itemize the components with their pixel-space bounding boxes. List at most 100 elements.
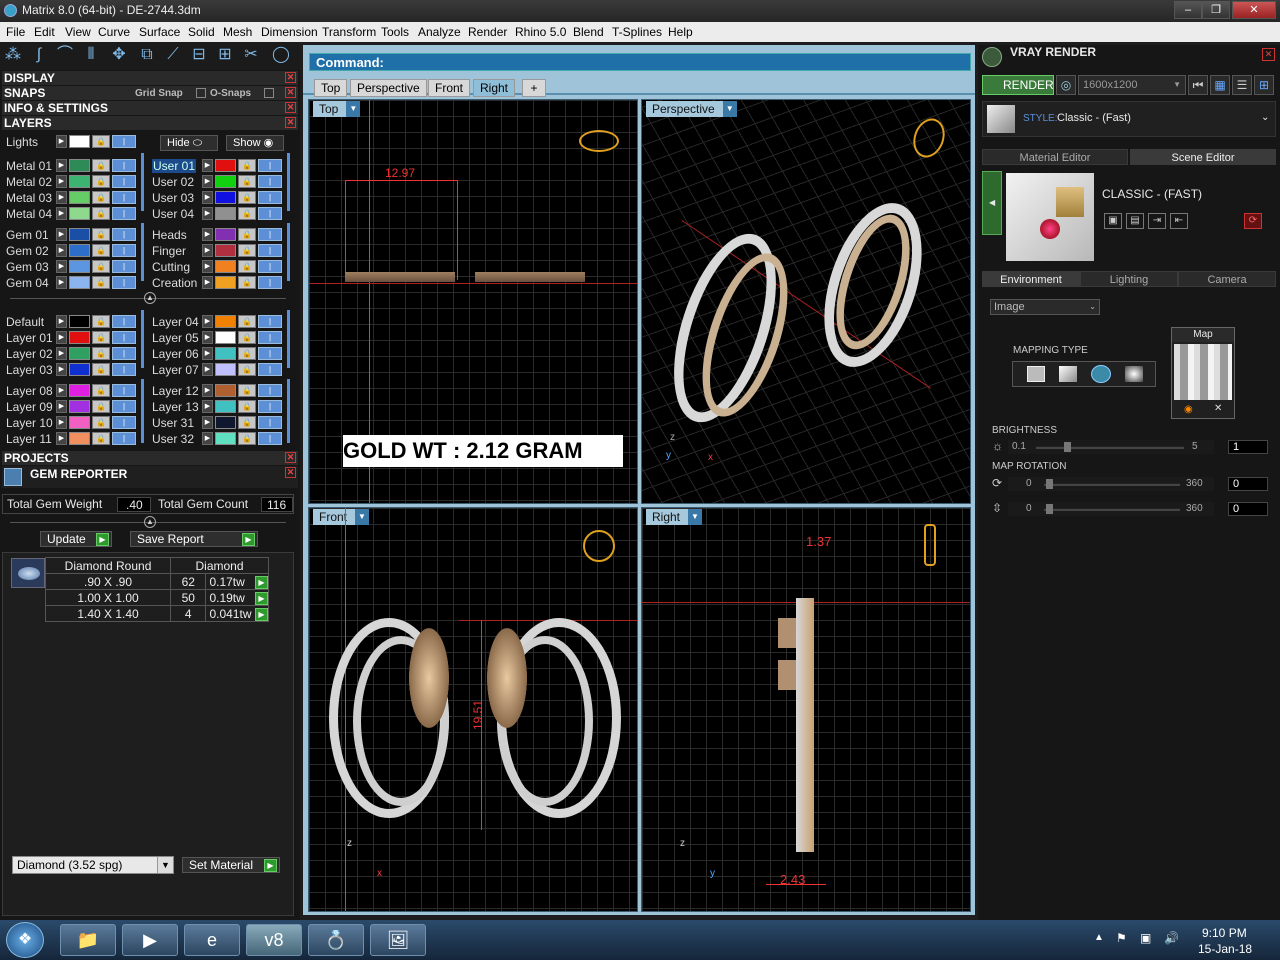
osnaps-checkbox[interactable]	[264, 88, 274, 98]
menu-mesh[interactable]: Mesh	[223, 25, 252, 39]
visibility-icon[interactable]: |	[258, 260, 282, 273]
menu-surface[interactable]: Surface	[139, 25, 180, 39]
expand-icon[interactable]: ▶	[202, 260, 213, 273]
save-icon[interactable]: ▣	[1104, 213, 1122, 229]
cut-icon[interactable]: ✂	[240, 44, 262, 66]
expand-icon[interactable]: ▶	[202, 175, 213, 188]
lock-icon[interactable]: 🔒	[238, 331, 256, 344]
layer-color-swatch[interactable]	[215, 159, 236, 172]
visibility-icon[interactable]: |	[258, 191, 282, 204]
lock-icon[interactable]: 🔒	[238, 363, 256, 376]
visibility-icon[interactable]: |	[112, 228, 136, 241]
layer-color-swatch[interactable]	[69, 347, 90, 360]
chevron-down-icon[interactable]: ▼	[688, 509, 703, 525]
tab-top[interactable]: Top	[314, 79, 348, 97]
rotation-v-slider[interactable]	[1044, 508, 1180, 511]
environment-type-select[interactable]: Image ⌄	[990, 299, 1100, 315]
close-icon[interactable]: ✕	[285, 102, 296, 113]
expand-icon[interactable]: ▶	[56, 331, 67, 344]
layer-row[interactable]: Cutting ▶ 🔒 |	[148, 259, 288, 274]
visibility-icon[interactable]: |	[258, 331, 282, 344]
expand-icon[interactable]: ▶	[56, 384, 67, 397]
visibility-icon[interactable]: |	[112, 384, 136, 397]
expand-icon[interactable]: ▶	[56, 260, 67, 273]
tab-material-editor[interactable]: Material Editor	[982, 149, 1128, 165]
menu-transform[interactable]: Transform	[322, 25, 376, 39]
material-select[interactable]: Diamond (3.52 spg) ▼	[12, 856, 174, 874]
close-icon[interactable]: ✕	[285, 117, 296, 128]
boolean-icon[interactable]: ⊞	[214, 44, 236, 66]
close-icon[interactable]: ✕	[285, 452, 296, 463]
table-row[interactable]: .90 X .90 62 0.17tw	[44, 573, 269, 590]
tab-camera[interactable]: Camera	[1178, 271, 1276, 287]
lock-icon[interactable]: 🔒	[92, 260, 110, 273]
tab-scene-editor[interactable]: Scene Editor	[1130, 149, 1276, 165]
menu-file[interactable]: File	[6, 25, 25, 39]
layer-color-swatch[interactable]	[69, 207, 90, 220]
snaps-header[interactable]: SNAPS Grid Snap O-Snaps ✕	[2, 86, 298, 100]
lock-icon[interactable]: 🔒	[92, 175, 110, 188]
menu-dimension[interactable]: Dimension	[261, 25, 318, 39]
layer-row[interactable]: Metal 03 ▶ 🔒 |	[2, 190, 142, 205]
layer-color-swatch[interactable]	[69, 400, 90, 413]
viewport-right[interactable]: Right ▼ 1.37 2.43 z y	[641, 507, 971, 912]
layer-row[interactable]: Layer 06 ▶ 🔒 |	[148, 346, 288, 361]
lock-icon[interactable]: 🔒	[238, 276, 256, 289]
layer-row[interactable]: User 03 ▶ 🔒 |	[148, 190, 288, 205]
expand-icon[interactable]: ▶	[202, 191, 213, 204]
remove-map-icon[interactable]: ✕	[1214, 403, 1222, 414]
visibility-icon[interactable]: |	[112, 260, 136, 273]
layer-row[interactable]: Layer 13 ▶ 🔒 |	[148, 399, 288, 414]
menu-curve[interactable]: Curve	[98, 25, 130, 39]
tab-right[interactable]: Right	[473, 79, 516, 97]
lock-icon[interactable]: 🔒	[92, 244, 110, 257]
layer-color-swatch[interactable]	[69, 244, 90, 257]
layer-row[interactable]: User 01 ▶ 🔒 |	[148, 158, 288, 173]
visibility-icon[interactable]: |	[258, 276, 282, 289]
action-center-icon[interactable]: ⚑	[1116, 931, 1127, 945]
layer-color-swatch[interactable]	[69, 135, 90, 148]
group-icon[interactable]: ⊟	[188, 44, 210, 66]
layer-color-swatch[interactable]	[215, 432, 236, 445]
resolution-select[interactable]: 1600x1200 ▼	[1078, 75, 1186, 95]
layer-row[interactable]: Layer 08 ▶ 🔒 |	[2, 383, 142, 398]
play-icon[interactable]: ▶	[242, 533, 255, 546]
play-icon[interactable]: ▶	[264, 859, 277, 872]
menu-tsplines[interactable]: T-Splines	[612, 25, 662, 39]
lock-icon[interactable]: 🔒	[92, 135, 110, 148]
lock-icon[interactable]: 🔒	[238, 432, 256, 445]
menu-solid[interactable]: Solid	[188, 25, 215, 39]
clock-time[interactable]: 9:10 PM	[1202, 926, 1247, 940]
close-icon[interactable]: ✕	[285, 467, 296, 478]
lock-icon[interactable]: 🔒	[92, 315, 110, 328]
lock-icon[interactable]: 🔒	[92, 159, 110, 172]
tab-front[interactable]: Front	[428, 79, 471, 97]
arc-tool-icon[interactable]: ⌒	[54, 44, 76, 66]
visibility-icon[interactable]: |	[258, 207, 282, 220]
hide-button[interactable]: Hide ⬭	[160, 135, 218, 151]
layer-row[interactable]: Metal 02 ▶ 🔒 |	[2, 174, 142, 189]
expand-icon[interactable]: ▶	[56, 244, 67, 257]
expand-icon[interactable]: ▶	[56, 135, 67, 148]
visibility-icon[interactable]: |	[112, 347, 136, 360]
clock-date[interactable]: 15-Jan-18	[1198, 942, 1252, 956]
layer-color-swatch[interactable]	[215, 416, 236, 429]
network-icon[interactable]: ▣	[1140, 931, 1151, 945]
viewport-front[interactable]: Front ▼ 19.51 z x	[308, 507, 638, 912]
layer-color-swatch[interactable]	[69, 260, 90, 273]
layer-row[interactable]: Layer 10 ▶ 🔒 |	[2, 415, 142, 430]
chevron-down-icon[interactable]: ▼	[722, 101, 737, 117]
expand-icon[interactable]: ▶	[202, 384, 213, 397]
expand-icon[interactable]: ▶	[202, 207, 213, 220]
list-icon[interactable]: ☰	[1232, 75, 1252, 95]
visibility-icon[interactable]: |	[112, 207, 136, 220]
brightness-slider-thumb[interactable]	[1064, 442, 1071, 452]
chevron-down-icon[interactable]: ▼	[1173, 76, 1181, 94]
lock-icon[interactable]: 🔒	[92, 191, 110, 204]
layer-color-swatch[interactable]	[215, 191, 236, 204]
row-go-icon[interactable]: ▶	[255, 608, 268, 621]
lock-icon[interactable]: 🔒	[238, 384, 256, 397]
brightness-value-input[interactable]: 1	[1228, 440, 1268, 454]
row-go-icon[interactable]: ▶	[255, 576, 268, 589]
expand-icon[interactable]: ▶	[56, 207, 67, 220]
